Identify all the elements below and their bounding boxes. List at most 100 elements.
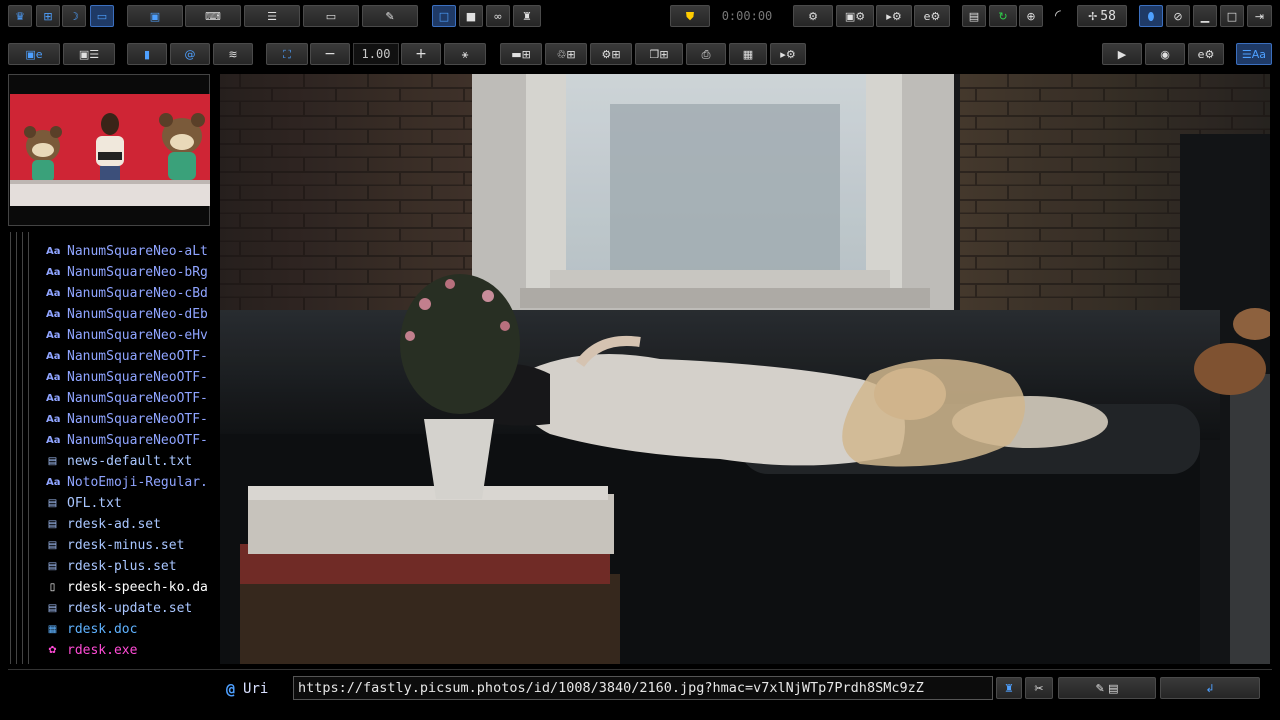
play-gear-button[interactable]: ▸⚙ [770, 43, 806, 65]
image-gear-icon: ▣⚙ [844, 9, 866, 23]
run-button[interactable]: ⚹ [444, 43, 486, 65]
folder-windows-button[interactable]: ▬⊞ [500, 43, 542, 65]
tree-guide-line [28, 232, 29, 664]
github-button[interactable]: ◉ [1145, 43, 1185, 65]
youtube-icon: ▶ [1117, 47, 1127, 61]
crown-icon-button[interactable]: ♛ [8, 5, 32, 27]
eyedropper-button[interactable]: ✎ [362, 5, 418, 27]
printer-button[interactable]: ⎙ [686, 43, 726, 65]
windows-button[interactable]: ⊞ [36, 5, 60, 27]
cut-button[interactable]: ✂ [1025, 677, 1053, 699]
zoom-out-button[interactable]: − [310, 43, 350, 65]
at-button[interactable]: @ [170, 43, 210, 65]
font-db-button[interactable]: ☰Aa [1236, 43, 1272, 65]
filled-square-button[interactable]: ■ [459, 5, 483, 27]
font-file-icon: Aa [46, 351, 61, 362]
browser-gear-button[interactable]: e⚙ [1188, 43, 1224, 65]
file-list-item[interactable]: Aa NotoEmoji-Regular. [46, 472, 214, 493]
clone-windows-button[interactable]: ❐⊞ [635, 43, 683, 65]
desktop-button[interactable]: ▭ [90, 5, 114, 27]
clipped-list-item [46, 661, 214, 664]
image-database-button[interactable]: ▣☰ [63, 43, 115, 65]
glasses-icon: ∞ [493, 9, 503, 23]
spinner-icon: ◜ [1055, 6, 1061, 24]
exit-button[interactable]: ⇥ [1247, 5, 1272, 27]
file-list-item[interactable]: ▯ rdesk-speech-ko.da [46, 577, 214, 598]
uri-input[interactable]: https://fastly.picsum.photos/id/1008/384… [293, 676, 993, 700]
chat-button[interactable]: ▭ [303, 5, 359, 27]
font-file-icon: Aa [46, 309, 61, 320]
zoom-in-button[interactable]: + [401, 43, 441, 65]
thumbnail-image[interactable] [10, 94, 210, 206]
counter-button[interactable]: ✢ 58 [1077, 5, 1127, 27]
font-file-icon: Aa [46, 330, 61, 341]
maximize-button[interactable]: □ [1220, 5, 1244, 27]
trash-windows-icon: ♲⊞ [556, 47, 576, 61]
file-list-item[interactable]: ✿ rdesk.exe [46, 640, 214, 661]
browser-settings-button[interactable]: e⚙ [914, 5, 950, 27]
shield-button[interactable]: ⛊ [670, 5, 710, 27]
file-list-item[interactable]: Aa NanumSquareNeoOTF- [46, 388, 214, 409]
file-list-item[interactable]: ▤ OFL.txt [46, 493, 214, 514]
font-file-icon: Aa [46, 393, 61, 404]
file-name: NanumSquareNeoOTF- [67, 412, 208, 427]
file-name: NotoEmoji-Regular. [67, 475, 208, 490]
file-button[interactable]: ▮ [127, 43, 167, 65]
file-name: rdesk.exe [67, 643, 138, 658]
glasses-button[interactable]: ∞ [486, 5, 510, 27]
youtube-button[interactable]: ▶ [1102, 43, 1142, 65]
settings-button[interactable]: ⚙ [793, 5, 833, 27]
night-mode-button[interactable]: ☽ [62, 5, 86, 27]
play-gear-icon-2: ▸⚙ [780, 47, 796, 61]
maximize-icon: □ [1226, 9, 1238, 23]
file-list-item[interactable]: Aa NanumSquareNeoOTF- [46, 409, 214, 430]
file-list-item[interactable]: Aa NanumSquareNeoOTF- [46, 367, 214, 388]
image-button[interactable]: ▣ [127, 5, 183, 27]
file-list-item[interactable]: ▤ rdesk-plus.set [46, 556, 214, 577]
play-settings-button[interactable]: ▸⚙ [876, 5, 912, 27]
file-list-item[interactable]: ▤ rdesk-ad.set [46, 514, 214, 535]
file-list-item[interactable]: ▤ rdesk-update.set [46, 598, 214, 619]
file-name: NanumSquareNeoOTF- [67, 349, 208, 364]
pill-button[interactable]: ⬮ [1139, 5, 1163, 27]
speech-bubble-icon: ▭ [325, 9, 337, 23]
outline-square-button[interactable]: □ [432, 5, 456, 27]
fan-icon: ✢ [1088, 9, 1098, 23]
file-list-item[interactable]: Aa NanumSquareNeo-dEb [46, 304, 214, 325]
keyboard-button[interactable]: ⌨ [185, 5, 241, 27]
main-image-viewer[interactable] [220, 74, 1270, 664]
calculator-button[interactable]: ▦ [729, 43, 767, 65]
file-list-item[interactable]: ▦ rdesk.doc [46, 619, 214, 640]
castle-button[interactable]: ♜ [996, 677, 1022, 699]
file-list-item[interactable]: Aa NanumSquareNeo-cBd [46, 283, 214, 304]
stamp-button[interactable]: ♜ [513, 5, 541, 27]
file-list-item[interactable]: ▤ rdesk-minus.set [46, 535, 214, 556]
file-list-item[interactable]: Aa NanumSquareNeoOTF- [46, 346, 214, 367]
clipboard-button[interactable]: ▤ [962, 5, 986, 27]
file-name: NanumSquareNeo-eHv [67, 328, 208, 343]
clipboard-icon: ▤ [968, 9, 980, 23]
database-icon: ☰ [267, 9, 277, 23]
file-list-item[interactable]: Aa NanumSquareNeo-eHv [46, 325, 214, 346]
enter-button[interactable]: ↲ [1160, 677, 1260, 699]
file-list-item[interactable]: Aa NanumSquareNeo-bRg [46, 262, 214, 283]
database-button[interactable]: ☰ [244, 5, 300, 27]
refresh-green-button[interactable]: ↻ [989, 5, 1017, 27]
image-settings-button[interactable]: ▣⚙ [836, 5, 874, 27]
file-name: NanumSquareNeoOTF- [67, 391, 208, 406]
file-name: news-default.txt [67, 454, 193, 469]
magic-document-button[interactable]: ✎ ▤ [1058, 677, 1156, 699]
wave-button[interactable]: ≋ [213, 43, 253, 65]
minimize-button[interactable]: ▁ [1193, 5, 1217, 27]
globe-button[interactable]: ⊕ [1019, 5, 1043, 27]
at-icon: @ [184, 47, 196, 61]
gear-windows-button[interactable]: ⚙⊞ [590, 43, 632, 65]
block-button[interactable]: ⊘ [1166, 5, 1190, 27]
trash-windows-button[interactable]: ♲⊞ [545, 43, 587, 65]
gear-file-icon: ✿ [48, 645, 57, 656]
fullscreen-button[interactable]: ⛶ [266, 43, 308, 65]
image-browser-button[interactable]: ▣e [8, 43, 60, 65]
file-list-item[interactable]: Aa NanumSquareNeoOTF- [46, 430, 214, 451]
file-list-item[interactable]: ▤ news-default.txt [46, 451, 214, 472]
file-list-item[interactable]: Aa NanumSquareNeo-aLt [46, 241, 214, 262]
